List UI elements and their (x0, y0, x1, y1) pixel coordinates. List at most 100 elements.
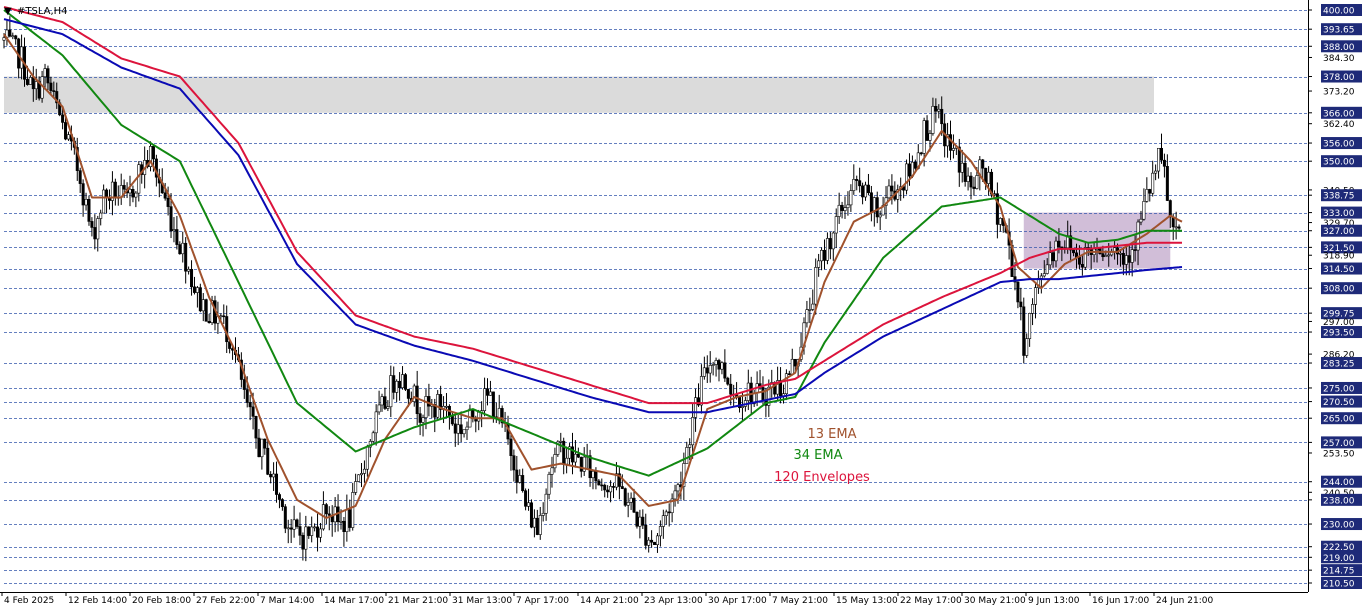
candle-body (310, 526, 314, 536)
price-chart[interactable]: 400.00 393.65 388.00384.30 378.00 373.20 366.… (0, 0, 1362, 611)
candle-body (638, 516, 642, 527)
candle-body (1177, 226, 1181, 229)
candle-body (714, 360, 718, 365)
candle-body (843, 207, 847, 211)
candle-body (354, 481, 358, 493)
y-tick-label: 366.00 (1323, 109, 1355, 119)
candle-body (204, 299, 208, 322)
candle-body (1016, 281, 1020, 303)
candle-body (483, 388, 487, 411)
candle-body (401, 374, 405, 389)
y-tick-label: 393.65 (1323, 26, 1355, 36)
candle-body (641, 516, 645, 526)
candle-body (594, 471, 598, 482)
candle-body (1033, 287, 1037, 305)
candle-body (486, 388, 490, 396)
candle-body (717, 360, 721, 370)
candle-body (890, 185, 894, 192)
candle-body (723, 362, 727, 379)
candle-body (1042, 273, 1046, 277)
candle-body (418, 413, 422, 423)
candle-body (512, 455, 516, 471)
candle-body (225, 316, 229, 343)
candle-body (1136, 221, 1140, 251)
y-tick-label: 338.75 (1323, 192, 1355, 202)
candle-body (708, 365, 712, 374)
candle-body (849, 190, 853, 206)
candle-body (541, 512, 545, 516)
candle-body (515, 469, 519, 483)
candle-body (1083, 247, 1087, 268)
candle-body (998, 218, 1002, 225)
candle-body (969, 175, 973, 188)
candle-body (653, 541, 657, 545)
x-tick-label: 21 Mar 21:00 (388, 596, 448, 606)
candle-body (131, 189, 135, 198)
candle-body (626, 502, 630, 506)
candle-body (729, 383, 733, 395)
candle-body (392, 375, 396, 393)
x-tick-label: 31 Mar 13:00 (452, 596, 512, 606)
candle-body (52, 90, 56, 92)
candle-body (14, 35, 18, 40)
candle-body (1133, 249, 1137, 251)
chart-arrow-icon: ▼ (4, 6, 12, 17)
candle-body (691, 417, 695, 446)
candle-body (456, 424, 460, 434)
candle-body (327, 513, 331, 516)
candle-body (746, 382, 750, 401)
candle-body (61, 114, 65, 123)
candle-body (395, 380, 399, 393)
y-tick-label: 219.00 (1323, 554, 1355, 564)
candle-body (1080, 263, 1084, 268)
candle-body (521, 475, 525, 492)
candle-body (488, 391, 492, 396)
candle-body (307, 526, 311, 536)
candle-body (342, 520, 346, 533)
candle-body (960, 162, 964, 173)
candle-body (93, 227, 97, 240)
candle-body (406, 389, 410, 399)
y-tick-label: 373.20 (1323, 88, 1355, 98)
candle-body (324, 504, 328, 515)
candle-body (46, 68, 50, 84)
y-tick-label: 314.50 (1323, 265, 1355, 275)
chart-container[interactable]: 400.00 393.65 388.00 384.30 378.00 373.20 366.… (0, 0, 1362, 611)
candle-body (339, 520, 343, 523)
candle-body (509, 438, 513, 456)
candle-body (195, 287, 199, 293)
candle-body (620, 486, 624, 489)
x-tick-label: 14 Apr 21:00 (580, 596, 639, 606)
candle-body (90, 221, 94, 228)
candle-body (673, 490, 677, 500)
candle-body (134, 192, 138, 198)
y-tick-label: 327.00 (1323, 227, 1355, 237)
x-tick-label: 24 Jun 21:00 (1156, 596, 1213, 606)
candle-body (81, 183, 85, 206)
candle-body (1148, 189, 1152, 194)
candle-body (462, 429, 466, 435)
candle-body (972, 186, 976, 189)
candle-body (808, 309, 812, 311)
candle-body (245, 389, 249, 403)
candle-body (565, 457, 569, 465)
candle-body (705, 367, 709, 374)
candle-body (864, 184, 868, 198)
candle-body (304, 526, 308, 550)
candle-body (122, 185, 126, 190)
candle-body (814, 267, 818, 305)
candle-body (925, 120, 929, 141)
y-tick-label: 210.50 (1323, 580, 1355, 590)
candle-body (166, 197, 170, 207)
candle-body (31, 77, 35, 90)
candle-body (1107, 254, 1111, 257)
candle-body (298, 526, 302, 536)
candle-body (550, 467, 554, 475)
y-tick-label: 293.50 (1323, 329, 1355, 339)
candle-body (524, 490, 528, 507)
candle-body (861, 185, 865, 198)
candle-body (699, 376, 703, 406)
candle-body (263, 438, 267, 449)
candle-body (178, 244, 182, 255)
candle-body (242, 379, 246, 390)
